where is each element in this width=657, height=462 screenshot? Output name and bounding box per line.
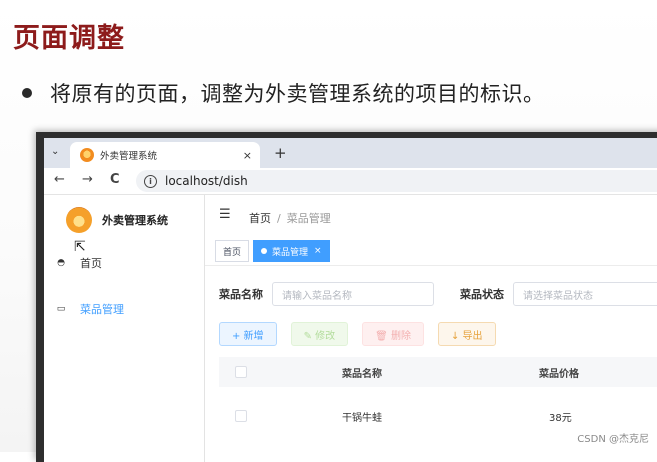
sidebar-item-home[interactable]: ◓ 首页 xyxy=(56,255,102,271)
screenshot-frame: ⌄ 外卖管理系统 × + ← → C i localhost/dish 外卖管理… xyxy=(36,132,657,462)
tag-home[interactable]: 首页 xyxy=(215,240,250,262)
browser-tab[interactable]: 外卖管理系统 × xyxy=(70,142,260,168)
breadcrumb-home[interactable]: 首页 xyxy=(249,212,271,225)
cell-dish-name: 干锅牛蛙 xyxy=(342,412,382,424)
tag-dish[interactable]: 菜品管理 × xyxy=(253,240,330,262)
mouse-cursor-icon: ⇱ xyxy=(74,239,86,255)
header: ☰ 首页 / 菜品管理 xyxy=(205,195,657,235)
column-header-price[interactable]: 菜品价格 xyxy=(539,365,579,380)
tag-label: 菜品管理 xyxy=(272,247,309,258)
sidebar: 外卖管理系统 ⇱ ◓ 首页 ▭ 菜品管理 xyxy=(44,195,205,462)
delete-button[interactable]: 🗑 删除 xyxy=(362,322,424,346)
address-toolbar: ← → C i localhost/dish xyxy=(44,168,657,195)
export-button[interactable]: ↓ 导出 xyxy=(438,322,496,346)
add-button[interactable]: + 新增 xyxy=(219,322,277,346)
divider xyxy=(205,265,657,266)
brand-name: 外卖管理系统 xyxy=(102,214,168,227)
dish-name-label: 菜品名称 xyxy=(219,288,263,301)
site-info-icon[interactable]: i xyxy=(144,174,157,188)
browser-window: ⌄ 外卖管理系统 × + ← → C i localhost/dish 外卖管理… xyxy=(44,138,657,462)
row-checkbox[interactable] xyxy=(235,410,247,422)
sidebar-item-dish[interactable]: ▭ 菜品管理 xyxy=(56,301,124,317)
logo-icon xyxy=(66,207,92,233)
tab-menu-icon[interactable]: ⌄ xyxy=(51,146,59,157)
tab-close-icon[interactable]: × xyxy=(243,149,252,162)
column-header-name[interactable]: 菜品名称 xyxy=(342,365,382,380)
tag-label: 首页 xyxy=(223,247,242,258)
edit-button[interactable]: ✎ 修改 xyxy=(290,322,349,346)
dish-icon: ▭ xyxy=(56,304,66,314)
favicon-icon xyxy=(80,148,94,162)
sidebar-item-label: 菜品管理 xyxy=(80,303,124,316)
forward-icon[interactable]: → xyxy=(82,172,93,187)
dish-status-label: 菜品状态 xyxy=(460,288,504,301)
tab-title: 外卖管理系统 xyxy=(100,151,158,162)
hamburger-icon[interactable]: ☰ xyxy=(219,207,231,222)
table-row[interactable]: 干锅牛蛙 38元 xyxy=(219,402,657,430)
cell-dish-price: 38元 xyxy=(549,412,572,424)
bullet-icon xyxy=(22,88,32,98)
dish-name-input[interactable]: 请输入菜品名称 xyxy=(272,282,434,306)
reload-icon[interactable]: C xyxy=(110,172,120,187)
active-dot-icon xyxy=(261,248,268,254)
main-content: ☰ 首页 / 菜品管理 首页 菜品管理 × 菜品名称 请输入菜品名称 菜品状态 … xyxy=(205,195,657,462)
back-icon[interactable]: ← xyxy=(54,172,65,187)
watermark: CSDN @杰克尼 xyxy=(577,434,649,445)
address-bar[interactable]: i localhost/dish xyxy=(136,170,657,192)
breadcrumb-current: 菜品管理 xyxy=(286,212,331,225)
filter-bar: 菜品名称 请输入菜品名称 菜品状态 请选择菜品状态 xyxy=(219,282,657,306)
dish-status-select[interactable]: 请选择菜品状态 xyxy=(513,282,657,306)
bullet-text: 将原有的页面，调整为外卖管理系统的项目的标识。 xyxy=(50,82,545,106)
action-bar: + 新增 ✎ 修改 🗑 删除 ↓ 导出 xyxy=(219,322,510,346)
app-body: 外卖管理系统 ⇱ ◓ 首页 ▭ 菜品管理 ☰ 首页 / 菜品管理 首页 菜品管理… xyxy=(44,195,657,462)
brand: 外卖管理系统 xyxy=(66,207,168,233)
breadcrumb: 首页 / 菜品管理 xyxy=(249,210,331,226)
table-header: 菜品名称 菜品价格 xyxy=(219,357,657,387)
dashboard-icon: ◓ xyxy=(57,258,65,268)
url-text: localhost/dish xyxy=(165,174,248,188)
breadcrumb-separator: / xyxy=(277,212,281,225)
tags-view: 首页 菜品管理 × xyxy=(215,240,334,262)
slide-title: 页面调整 xyxy=(13,23,125,54)
select-all-checkbox[interactable] xyxy=(235,366,247,378)
tab-bar: ⌄ 外卖管理系统 × + xyxy=(44,138,657,168)
new-tab-button[interactable]: + xyxy=(274,144,287,162)
sidebar-item-label: 首页 xyxy=(80,257,102,270)
bullet-point: 将原有的页面，调整为外卖管理系统的项目的标识。 xyxy=(22,78,545,108)
tag-close-icon[interactable]: × xyxy=(314,246,322,256)
